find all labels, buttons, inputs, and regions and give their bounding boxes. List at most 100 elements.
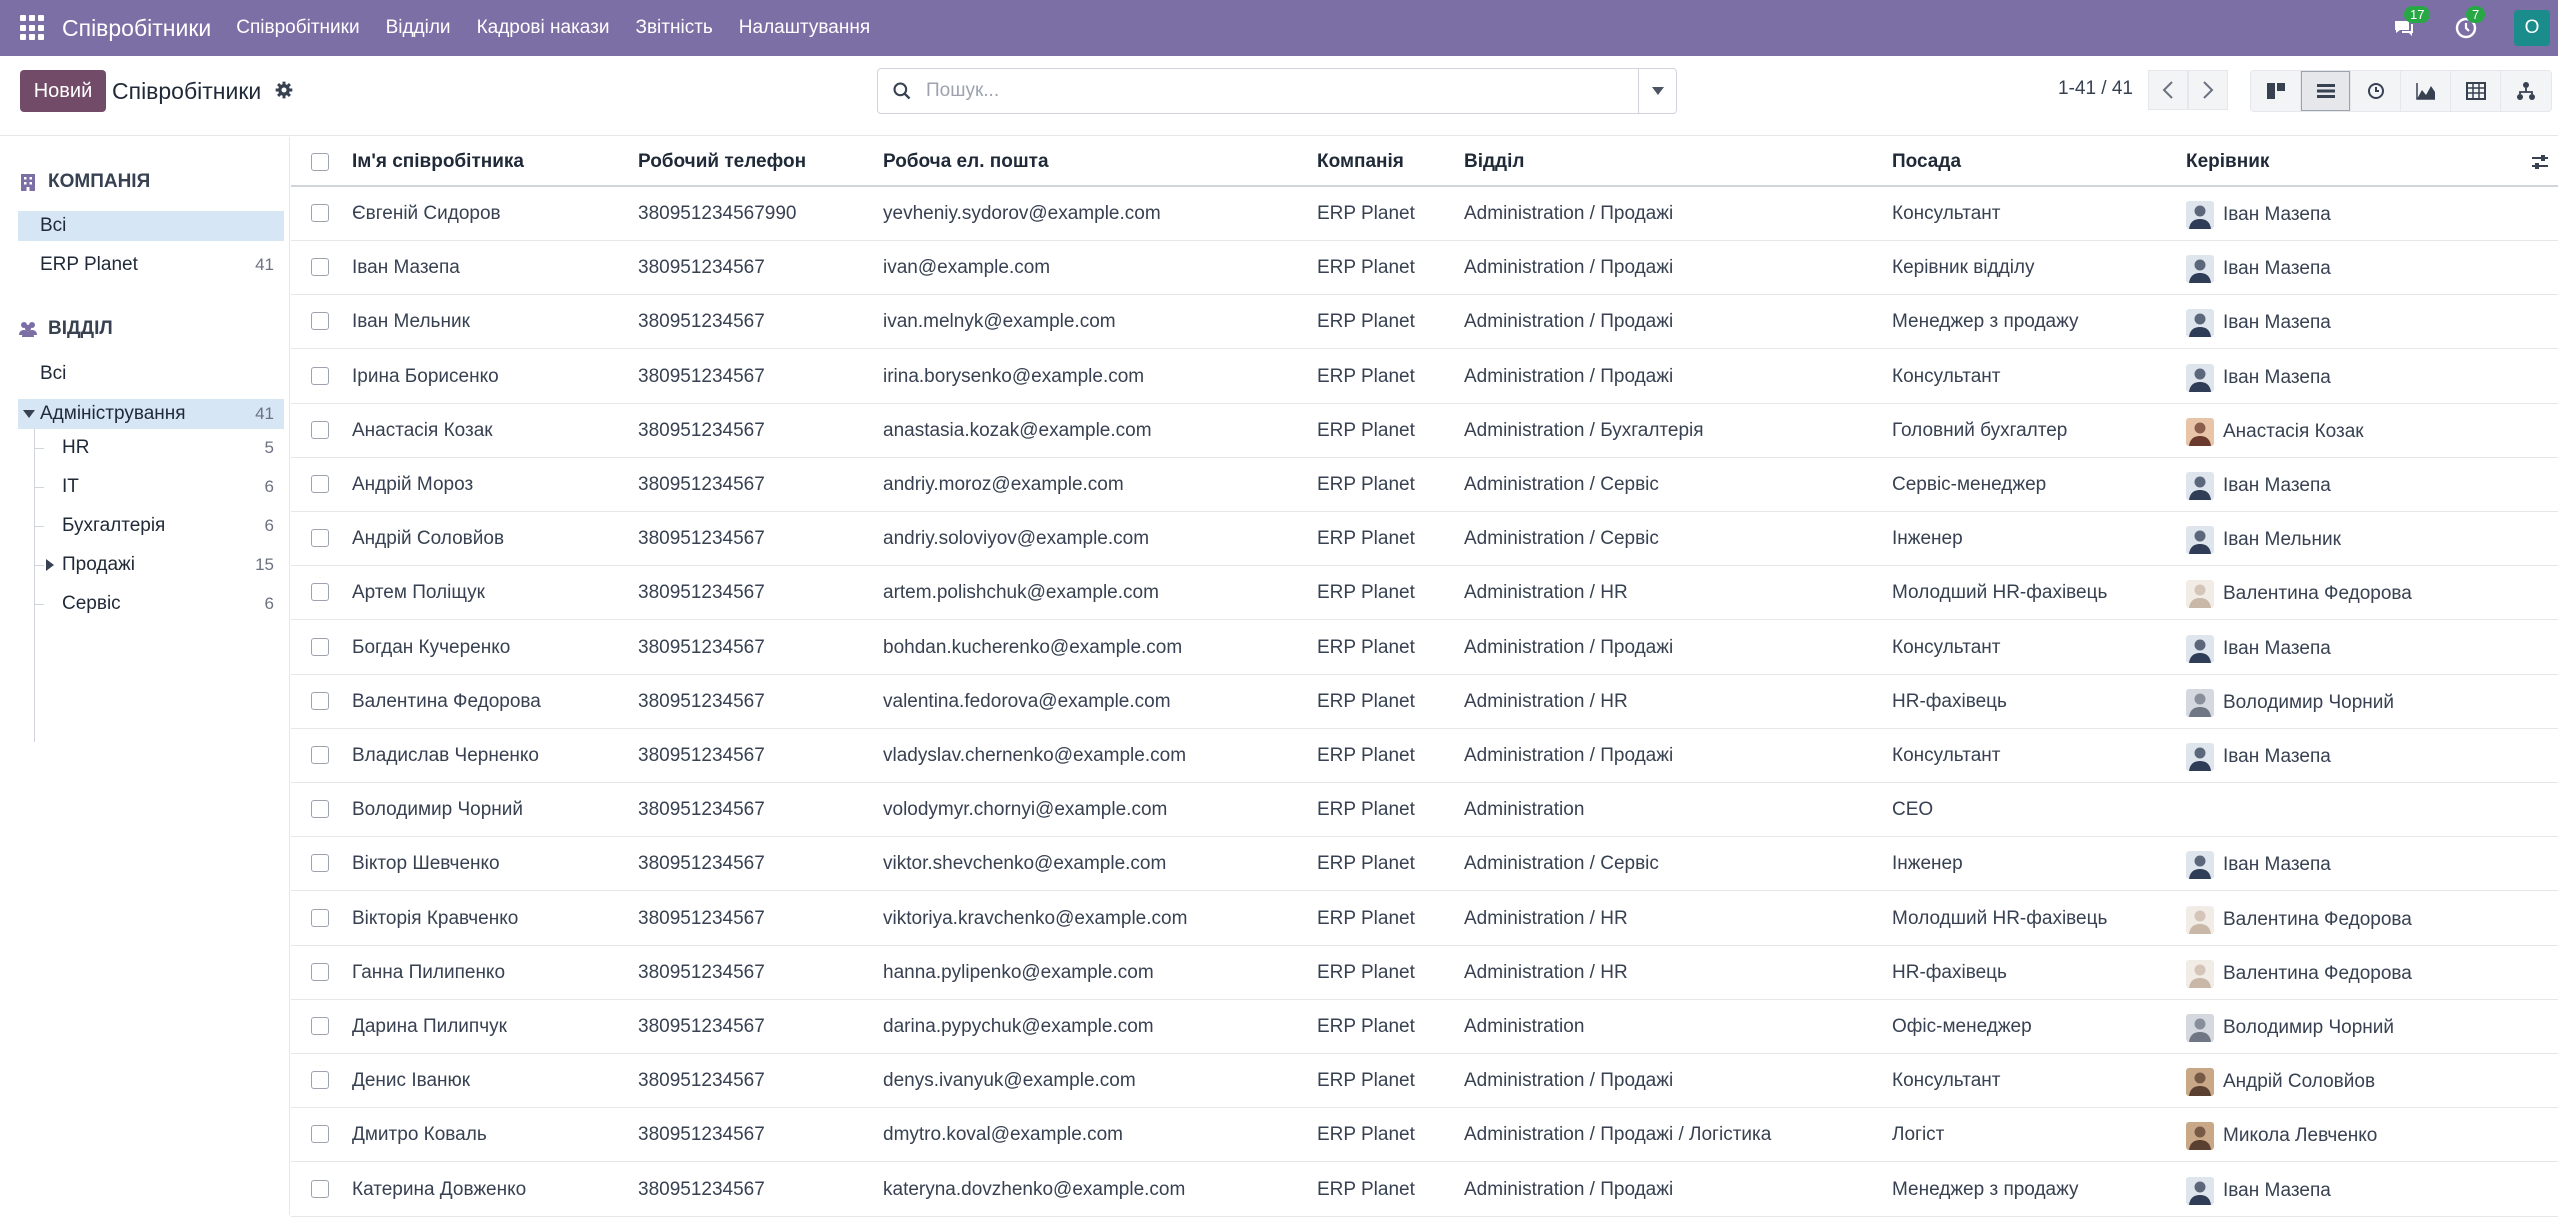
search-options-toggle[interactable] xyxy=(1638,69,1676,113)
column-header-job[interactable]: Посада xyxy=(1892,151,1961,173)
manager-name-cell[interactable]: Іван Мельник xyxy=(2223,529,2341,551)
manager-name-cell[interactable]: Володимир Чорний xyxy=(2223,692,2394,714)
user-avatar[interactable]: O xyxy=(2514,10,2550,46)
graph-view-button[interactable] xyxy=(2401,71,2451,111)
row-checkbox[interactable] xyxy=(311,312,329,331)
table-row[interactable]: Владислав Черненко 380951234567 vladyslav.… xyxy=(291,729,2558,783)
manager-name-cell[interactable]: Іван Мазепа xyxy=(2223,258,2331,280)
manager-name-cell[interactable]: Іван Мазепа xyxy=(2223,854,2331,876)
list-view-button[interactable] xyxy=(2301,71,2351,111)
messages-button[interactable]: 17 xyxy=(2390,6,2431,42)
work-phone-cell: 380951234567 xyxy=(638,1016,765,1037)
table-row[interactable]: Іван Мельник 380951234567 ivan.melnyk@exam… xyxy=(291,295,2558,350)
manager-name-cell[interactable]: Анастасія Козак xyxy=(2223,421,2364,443)
column-header-email[interactable]: Робоча ел. пошта xyxy=(883,151,1049,173)
row-checkbox[interactable] xyxy=(311,908,329,927)
gear-icon[interactable] xyxy=(274,80,294,100)
table-row[interactable]: Ірина Борисенко 380951234567 irina.borysen… xyxy=(291,350,2558,404)
pivot-view-button[interactable] xyxy=(2451,71,2501,111)
apps-grid-icon[interactable] xyxy=(20,15,46,41)
table-row[interactable]: Євгеній Сидоров 380951234567990 yevheniy.s… xyxy=(291,187,2558,241)
manager-name-cell[interactable]: Микола Левченко xyxy=(2223,1125,2377,1147)
company-item-all[interactable]: Всі xyxy=(18,211,284,241)
menu-employees[interactable]: Співробітники xyxy=(223,17,372,39)
row-checkbox[interactable] xyxy=(311,258,329,277)
table-row[interactable]: Віктор Шевченко 380951234567 viktor.shevch… xyxy=(291,837,2558,892)
row-checkbox[interactable] xyxy=(311,746,329,764)
manager-name-cell[interactable]: Іван Мазепа xyxy=(2223,204,2331,226)
row-checkbox[interactable] xyxy=(311,583,329,602)
pager-next-button[interactable] xyxy=(2188,70,2228,110)
department-cell: Administration xyxy=(1464,1016,1585,1037)
manager-name-cell[interactable]: Іван Мазепа xyxy=(2223,475,2331,497)
manager-name-cell[interactable]: Валентина Федорова xyxy=(2223,583,2412,605)
table-row[interactable]: Іван Мазепа 380951234567 ivan@example.com E… xyxy=(291,241,2558,296)
menu-hr-orders[interactable]: Кадрові накази xyxy=(464,17,623,39)
table-row[interactable]: Дарина Пилипчук 380951234567 darina.pypych… xyxy=(291,1000,2558,1054)
table-row[interactable]: Денис Іванюк 380951234567 denys.ivanyuk@ex… xyxy=(291,1054,2558,1109)
manager-name-cell[interactable]: Іван Мазепа xyxy=(2223,638,2331,660)
pager-value[interactable]: 1-41 / 41 xyxy=(2058,78,2133,100)
row-checkbox[interactable] xyxy=(311,854,329,873)
column-header-phone[interactable]: Робочий телефон xyxy=(638,151,806,173)
manager-name-cell[interactable]: Валентина Федорова xyxy=(2223,909,2412,931)
manager-name-cell[interactable]: Іван Мазепа xyxy=(2223,312,2331,334)
menu-departments[interactable]: Відділи xyxy=(373,17,464,39)
row-checkbox[interactable] xyxy=(311,529,329,548)
row-checkbox[interactable] xyxy=(311,691,329,710)
row-checkbox[interactable] xyxy=(311,962,329,981)
manager-name-cell[interactable]: Іван Мазепа xyxy=(2223,367,2331,389)
manager-name-cell[interactable]: Валентина Федорова xyxy=(2223,963,2412,985)
table-row[interactable]: Валентина Федорова 380951234567 valentina.… xyxy=(291,675,2558,729)
table-row[interactable]: Анастасія Козак 380951234567 anastasia.koz… xyxy=(291,404,2558,458)
row-checkbox[interactable] xyxy=(311,366,329,385)
activity-view-button[interactable] xyxy=(2351,71,2401,111)
department-item-accounting[interactable]: Бухгалтерія 6 xyxy=(18,511,284,541)
table-row[interactable]: Андрій Мороз 380951234567 andriy.moroz@exa… xyxy=(291,458,2558,512)
column-header-company[interactable]: Компанія xyxy=(1317,151,1404,173)
row-checkbox[interactable] xyxy=(311,420,329,439)
row-checkbox[interactable] xyxy=(311,204,329,222)
department-item-all[interactable]: Всі xyxy=(18,359,284,389)
caret-right-icon[interactable] xyxy=(46,559,54,571)
menu-settings[interactable]: Налаштування xyxy=(726,17,883,39)
department-item-service[interactable]: Сервіс 6 xyxy=(18,589,284,619)
activities-button[interactable]: 7 xyxy=(2452,6,2486,42)
row-checkbox[interactable] xyxy=(311,1125,329,1144)
search-input[interactable] xyxy=(926,75,1606,107)
table-row[interactable]: Дмитро Коваль 380951234567 dmytro.koval@ex… xyxy=(291,1108,2558,1163)
column-header-name[interactable]: Ім'я співробітника xyxy=(352,151,524,173)
table-row[interactable]: Володимир Чорний 380951234567 volodymyr.ch… xyxy=(291,783,2558,838)
select-all-checkbox[interactable] xyxy=(311,153,329,171)
department-item-administration[interactable]: Адміністрування 41 xyxy=(18,399,284,429)
department-item-sales[interactable]: Продажі 15 xyxy=(18,550,284,580)
menu-reporting[interactable]: Звітність xyxy=(622,17,725,39)
table-row[interactable]: Катерина Довженко 380951234567 kateryna.do… xyxy=(291,1163,2558,1217)
table-row[interactable]: Ганна Пилипенко 380951234567 hanna.pylipen… xyxy=(291,946,2558,1000)
manager-name-cell[interactable]: Володимир Чорний xyxy=(2223,1017,2394,1039)
table-row[interactable]: Богдан Кучеренко 380951234567 bohdan.kuche… xyxy=(291,621,2558,675)
app-brand[interactable]: Співробітники xyxy=(62,15,211,42)
manager-name-cell[interactable]: Іван Мазепа xyxy=(2223,746,2331,768)
column-header-department[interactable]: Відділ xyxy=(1464,151,1524,173)
pager-previous-button[interactable] xyxy=(2148,70,2188,110)
table-row[interactable]: Андрій Соловйов 380951234567 andriy.solovi… xyxy=(291,512,2558,567)
sliders-icon[interactable] xyxy=(2530,152,2550,172)
row-checkbox[interactable] xyxy=(311,1071,329,1090)
department-item-it[interactable]: IT 6 xyxy=(18,472,284,502)
company-item-erp-planet[interactable]: ERP Planet 41 xyxy=(18,250,284,280)
new-button[interactable]: Новий xyxy=(20,70,106,112)
manager-name-cell[interactable]: Іван Мазепа xyxy=(2223,1180,2331,1202)
manager-name-cell[interactable]: Андрій Соловйов xyxy=(2223,1071,2375,1093)
department-item-hr[interactable]: HR 5 xyxy=(18,433,284,463)
table-row[interactable]: Артем Поліщук 380951234567 artem.polishchu… xyxy=(291,566,2558,621)
row-checkbox[interactable] xyxy=(311,637,329,656)
row-checkbox[interactable] xyxy=(311,800,329,819)
row-checkbox[interactable] xyxy=(311,475,329,493)
hierarchy-view-button[interactable] xyxy=(2501,71,2551,111)
row-checkbox[interactable] xyxy=(311,1017,329,1035)
row-checkbox[interactable] xyxy=(311,1179,329,1198)
column-header-manager[interactable]: Керівник xyxy=(2186,151,2269,173)
table-row[interactable]: Вікторія Кравченко 380951234567 viktoriya.… xyxy=(291,892,2558,946)
kanban-view-button[interactable] xyxy=(2251,71,2301,111)
